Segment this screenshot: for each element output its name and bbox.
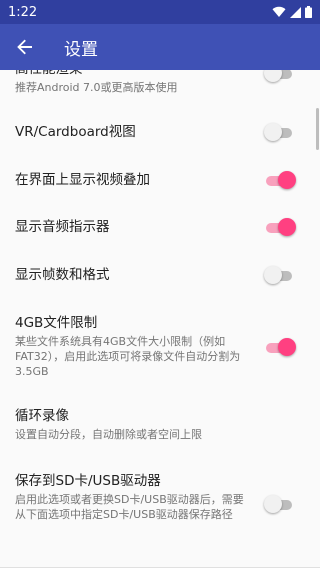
- wifi-icon: [272, 6, 286, 18]
- setting-save-to-sd-usb[interactable]: 保存到SD卡/USB驱动器 启用此选项或者更换SD卡/USB驱动器后，需要从下面…: [0, 470, 320, 544]
- setting-title: 高性能渲染: [15, 70, 255, 78]
- setting-show-fps-format[interactable]: 显示帧数和格式: [0, 252, 320, 300]
- back-button[interactable]: [0, 24, 50, 70]
- status-bar: 1:22: [0, 0, 320, 24]
- signal-icon: [290, 6, 301, 18]
- toggle-switch[interactable]: [264, 337, 296, 357]
- toggle-switch[interactable]: [264, 265, 296, 285]
- setting-4gb-limit[interactable]: 4GB文件限制 某些文件系统具有4GB文件大小限制（例如FAT32），启用此选项…: [0, 310, 320, 384]
- setting-subtitle: 某些文件系统具有4GB文件大小限制（例如FAT32），启用此选项可将录像文件自动…: [15, 335, 241, 378]
- setting-subtitle: 启用此选项或者更换SD卡/USB驱动器后，需要从下面选项中指定SD卡/USB驱动…: [15, 493, 244, 521]
- setting-subtitle: 设置自动分段，自动删除或者空间上限: [15, 428, 202, 441]
- toggle-switch[interactable]: [264, 122, 296, 142]
- toggle-switch[interactable]: [264, 170, 296, 190]
- setting-audio-indicator[interactable]: 显示音频指示器: [0, 204, 320, 252]
- setting-high-performance-render[interactable]: 高性能渲染 推荐Android 7.0或更高版本使用: [0, 70, 320, 94]
- settings-list[interactable]: 高性能渲染 推荐Android 7.0或更高版本使用 VR/Cardboard视…: [0, 70, 320, 568]
- setting-title: VR/Cardboard视图: [15, 124, 136, 140]
- status-time: 1:22: [8, 4, 38, 20]
- app-bar: 设置: [0, 24, 320, 70]
- status-icons: [272, 6, 312, 18]
- setting-video-overlay[interactable]: 在界面上显示视频叠加: [0, 156, 320, 204]
- setting-title: 在界面上显示视频叠加: [15, 172, 150, 188]
- setting-subtitle: 推荐Android 7.0或更高版本使用: [15, 81, 178, 94]
- setting-loop-recording[interactable]: 循环录像 设置自动分段，自动删除或者空间上限: [0, 404, 320, 448]
- toggle-switch[interactable]: [264, 494, 296, 514]
- page-title: 设置: [64, 39, 98, 60]
- setting-title: 显示帧数和格式: [15, 267, 110, 283]
- setting-vr-cardboard[interactable]: VR/Cardboard视图: [0, 108, 320, 156]
- setting-title: 4GB文件限制: [15, 315, 98, 331]
- battery-icon: [305, 6, 312, 18]
- toggle-switch[interactable]: [264, 217, 296, 237]
- setting-title: 循环录像: [15, 408, 69, 424]
- arrow-back-icon: [17, 39, 32, 55]
- setting-title: 保存到SD卡/USB驱动器: [15, 473, 161, 489]
- toggle-switch[interactable]: [264, 70, 296, 83]
- setting-title: 显示音频指示器: [15, 219, 110, 235]
